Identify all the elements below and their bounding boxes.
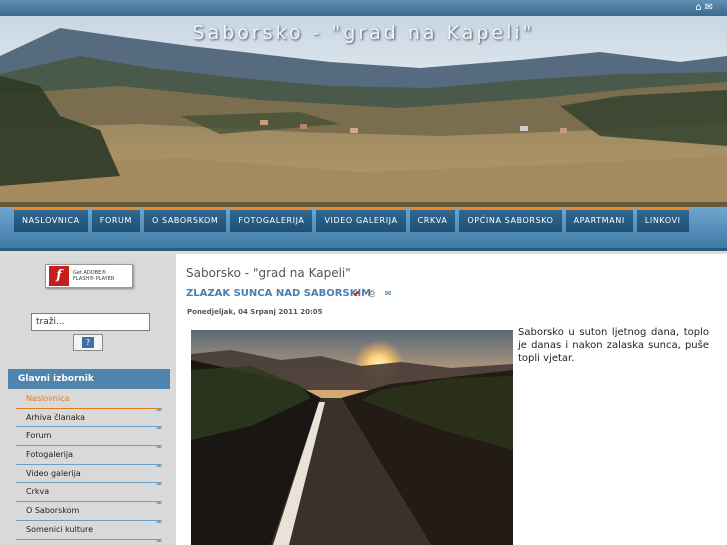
article-actions: ⬈ ⎙ ✉ [350, 288, 394, 299]
search-button[interactable]: ? [73, 334, 103, 351]
article-text: Saborsko u suton ljetnog dana, toplo je … [518, 327, 709, 364]
print-icon[interactable]: ⎙ [366, 288, 378, 299]
menu-item-arhiva-clanaka[interactable]: Arhiva članaka [16, 409, 162, 430]
menu-item-naslovnica[interactable]: Naslovnica [16, 390, 162, 411]
top-icons: ⌂ ✉ [695, 2, 713, 13]
nav-item-video-galerija[interactable]: VIDEO GALERIJA [316, 208, 406, 232]
menu-item-fotogalerija[interactable]: Fotogalerija [16, 446, 162, 467]
flash-player-badge[interactable]: f Get ADOBE® FLASH® PLAYER [45, 264, 133, 288]
menu-item-o-saborskom[interactable]: O Saborskom [16, 502, 162, 523]
article-date: Ponedjeljak, 04 Srpanj 2011 20:05 [187, 308, 323, 316]
flash-badge-text: Get ADOBE® FLASH® PLAYER [73, 270, 115, 282]
left-sidebar: f Get ADOBE® FLASH® PLAYER ? Glavni izbo… [0, 254, 176, 545]
header-banner: Saborsko - "grad na Kapeli" [0, 16, 727, 208]
search-input[interactable] [31, 313, 150, 331]
main-navigation: NASLOVNICA FORUM O SABORSKOM FOTOGALERIJ… [0, 207, 727, 251]
nav-item-linkovi[interactable]: LINKOVI [636, 208, 689, 232]
sunset-road-photo [191, 330, 513, 545]
menu-item-forum[interactable]: Forum [16, 427, 162, 448]
menu-item-crkva[interactable]: Crkva [16, 483, 162, 504]
menu-item-video-galerija[interactable]: Video galerija [16, 465, 162, 486]
nav-item-apartmani[interactable]: APARTMANI [565, 208, 633, 232]
email-icon[interactable]: ✉ [382, 288, 394, 299]
main-content: Saborsko - "grad na Kapeli" ZLAZAK SUNCA… [176, 254, 727, 545]
search-icon: ? [82, 337, 94, 348]
nav-item-fotogalerija[interactable]: FOTOGALERIJA [230, 208, 313, 232]
home-icon[interactable]: ⌂ [695, 2, 701, 13]
nav-item-naslovnica[interactable]: NASLOVNICA [14, 208, 88, 232]
nav-item-crkva[interactable]: CRKVA [409, 208, 456, 232]
pdf-icon[interactable]: ⬈ [350, 288, 362, 299]
menu-item-somenici-kulture[interactable]: Somenici kulture [16, 521, 162, 542]
mail-icon[interactable]: ✉ [705, 2, 713, 13]
nav-item-forum[interactable]: FORUM [91, 208, 140, 232]
flash-logo-icon: f [49, 266, 69, 286]
site-title: Saborsko - "grad na Kapeli" [192, 22, 535, 44]
top-bar: ⌂ ✉ [0, 0, 727, 16]
landscape-illustration [0, 16, 727, 208]
page-heading: Saborsko - "grad na Kapeli" [186, 266, 351, 280]
main-menu-title: Glavni izbornik [8, 369, 170, 389]
nav-item-opcina-saborsko[interactable]: OPĆINA SABORSKO [459, 208, 562, 232]
main-menu: Naslovnica Arhiva članaka Forum Fotogale… [16, 390, 162, 542]
nav-item-o-saborskom[interactable]: O SABORSKOM [143, 208, 227, 232]
article-title[interactable]: ZLAZAK SUNCA NAD SABORSKIM [186, 288, 371, 299]
